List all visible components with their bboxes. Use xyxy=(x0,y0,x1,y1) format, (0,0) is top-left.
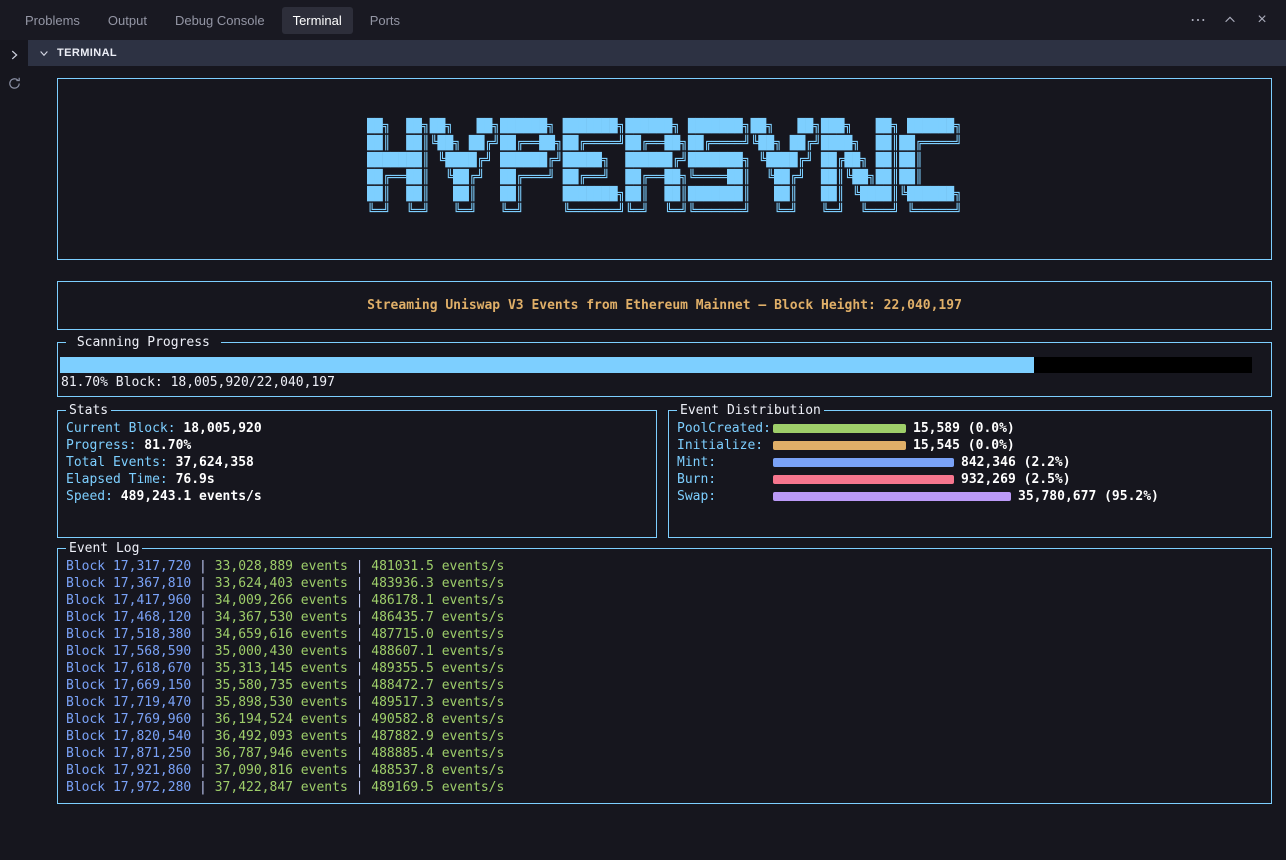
stats-box-title: Stats xyxy=(66,403,111,418)
stream-subtitle: Streaming Uniswap V3 Events from Ethereu… xyxy=(367,298,962,313)
stat-row: Current Block: 18,005,920 xyxy=(66,420,648,437)
ascii-banner: ██╗ ██╗██╗ ██╗██████╗ ███████╗██████╗ ██… xyxy=(367,118,962,220)
event-log-title: Event Log xyxy=(66,541,142,556)
expand-chevron-icon[interactable] xyxy=(7,48,21,62)
stat-row: Total Events: 37,624,358 xyxy=(66,454,648,471)
event-distribution-box: Event Distribution PoolCreated:15,589 (0… xyxy=(668,410,1272,538)
tab-problems[interactable]: Problems xyxy=(14,7,91,34)
event-log-line: Block 17,618,670 | 35,313,145 events | 4… xyxy=(66,660,1263,677)
event-log-line: Block 17,417,960 | 34,009,266 events | 4… xyxy=(66,592,1263,609)
panel-tabs: ProblemsOutputDebug ConsoleTerminalPorts xyxy=(14,7,411,34)
stat-row: Elapsed Time: 76.9s xyxy=(66,471,648,488)
tab-output[interactable]: Output xyxy=(97,7,158,34)
terminal-content: ██╗ ██╗██╗ ██╗██████╗ ███████╗██████╗ ██… xyxy=(28,66,1286,860)
distribution-row: Mint:842,346 (2.2%) xyxy=(677,454,1263,471)
panel-actions: ⋯ × xyxy=(1186,8,1286,32)
event-log-line: Block 17,769,960 | 36,194,524 events | 4… xyxy=(66,711,1263,728)
tab-ports[interactable]: Ports xyxy=(359,7,411,34)
maximize-panel-icon[interactable] xyxy=(1218,8,1242,32)
distribution-bar xyxy=(773,458,954,467)
distribution-bar xyxy=(773,492,1011,501)
distribution-bar xyxy=(773,424,906,433)
progress-box-title: Scanning Progress xyxy=(66,335,221,350)
distribution-row: Burn:932,269 (2.5%) xyxy=(677,471,1263,488)
distribution-row: Swap:35,780,677 (95.2%) xyxy=(677,488,1263,505)
stat-row: Progress: 81.70% xyxy=(66,437,648,454)
event-log-line: Block 17,518,380 | 34,659,616 events | 4… xyxy=(66,626,1263,643)
subtitle-box: Streaming Uniswap V3 Events from Ethereu… xyxy=(57,281,1272,330)
stats-distribution-row: Stats Current Block: 18,005,920Progress:… xyxy=(57,410,1272,538)
event-log-line: Block 17,367,810 | 33,624,403 events | 4… xyxy=(66,575,1263,592)
event-log-line: Block 17,871,250 | 36,787,946 events | 4… xyxy=(66,745,1263,762)
tab-terminal[interactable]: Terminal xyxy=(282,7,353,34)
panel-body: TERMINAL ██╗ ██╗██╗ ██╗██████╗ ███████╗█… xyxy=(0,40,1286,860)
stats-box: Stats Current Block: 18,005,920Progress:… xyxy=(57,410,657,538)
more-actions-icon[interactable]: ⋯ xyxy=(1186,8,1210,32)
terminal-panel-header[interactable]: TERMINAL xyxy=(28,40,1286,66)
progress-bar-fill xyxy=(60,357,1034,373)
progress-label: 81.70% Block: 18,005,920/22,040,197 xyxy=(60,374,1252,392)
tab-debug-console[interactable]: Debug Console xyxy=(164,7,276,34)
terminal-panel-title: TERMINAL xyxy=(57,47,117,59)
distribution-bar xyxy=(773,475,954,484)
event-log-line: Block 17,719,470 | 35,898,530 events | 4… xyxy=(66,694,1263,711)
distribution-row: PoolCreated:15,589 (0.0%) xyxy=(677,420,1263,437)
chevron-down-icon xyxy=(38,47,50,59)
event-log-line: Block 17,921,860 | 37,090,816 events | 4… xyxy=(66,762,1263,779)
distribution-list: PoolCreated:15,589 (0.0%)Initialize:15,5… xyxy=(677,420,1263,505)
event-log-line: Block 17,972,280 | 37,422,847 events | 4… xyxy=(66,779,1263,796)
stat-row: Speed: 489,243.1 events/s xyxy=(66,488,648,505)
event-distribution-title: Event Distribution xyxy=(677,403,824,418)
close-panel-icon[interactable]: × xyxy=(1250,8,1274,32)
refresh-icon[interactable] xyxy=(7,76,22,91)
event-log-line: Block 17,820,540 | 36,492,093 events | 4… xyxy=(66,728,1263,745)
progress-box: Scanning Progress 81.70% Block: 18,005,9… xyxy=(57,342,1272,397)
progress-bar xyxy=(60,357,1252,373)
event-log-list: Block 17,317,720 | 33,028,889 events | 4… xyxy=(66,558,1263,796)
event-log-box: Event Log Block 17,317,720 | 33,028,889 … xyxy=(57,548,1272,804)
distribution-bar xyxy=(773,441,906,450)
event-log-line: Block 17,317,720 | 33,028,889 events | 4… xyxy=(66,558,1263,575)
distribution-row: Initialize:15,545 (0.0%) xyxy=(677,437,1263,454)
stats-list: Current Block: 18,005,920Progress: 81.70… xyxy=(66,420,648,505)
panel-titlebar: ProblemsOutputDebug ConsoleTerminalPorts… xyxy=(0,0,1286,40)
event-log-line: Block 17,568,590 | 35,000,430 events | 4… xyxy=(66,643,1263,660)
terminal-column: TERMINAL ██╗ ██╗██╗ ██╗██████╗ ███████╗█… xyxy=(28,40,1286,860)
event-log-line: Block 17,468,120 | 34,367,530 events | 4… xyxy=(66,609,1263,626)
terminal-side-strip xyxy=(0,40,28,860)
event-log-line: Block 17,669,150 | 35,580,735 events | 4… xyxy=(66,677,1263,694)
banner-box: ██╗ ██╗██╗ ██╗██████╗ ███████╗██████╗ ██… xyxy=(57,78,1272,260)
